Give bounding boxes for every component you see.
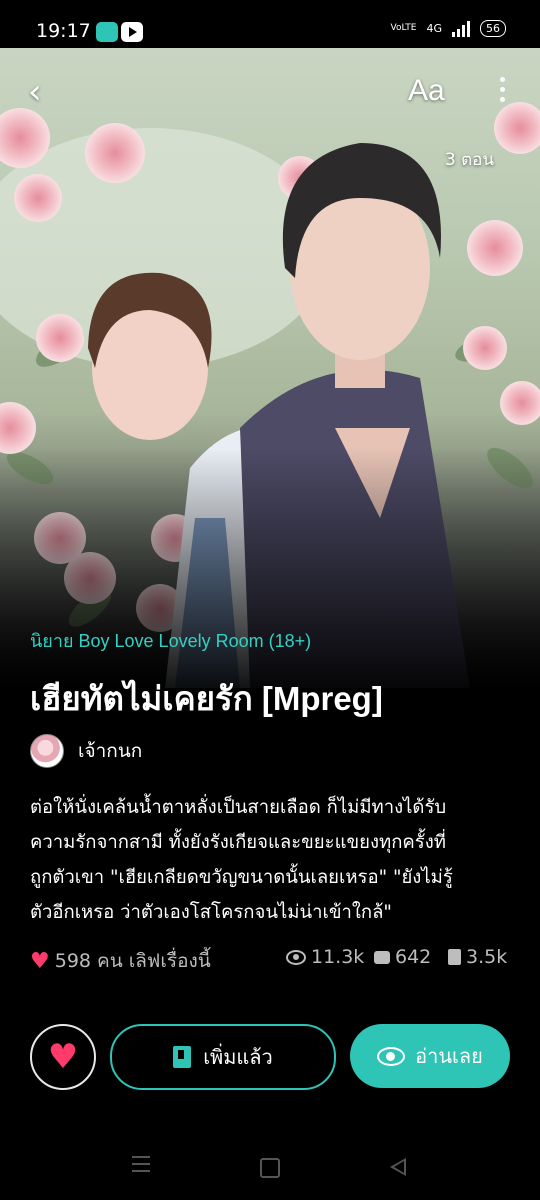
system-nav-bar bbox=[0, 1136, 540, 1200]
likes-stat: ♥ 598 คน เลิฟเรื่องนี้ bbox=[30, 946, 211, 976]
chapters-count: 3.5k bbox=[466, 946, 508, 968]
read-label: อ่านเลย bbox=[415, 1044, 483, 1068]
stats-row: ♥ 598 คน เลิฟเรื่องนี้ 11.3k 642 3.5k bbox=[30, 946, 520, 976]
read-now-button[interactable]: อ่านเลย bbox=[350, 1024, 510, 1088]
recent-apps-icon[interactable] bbox=[132, 1156, 150, 1177]
added-label: เพิ่มแล้ว bbox=[203, 1045, 273, 1069]
episode-count: 3 ตอน bbox=[444, 150, 494, 170]
synopsis: ต่อให้นั่งเคล้นน้ำตาหลั่งเป็นสายเลือด ก็… bbox=[30, 790, 520, 930]
signal-icon bbox=[452, 20, 470, 37]
synopsis-line: ต่อให้นั่งเคล้นน้ำตาหลั่งเป็นสายเลือด ก็… bbox=[30, 797, 447, 818]
bookmark-icon bbox=[173, 1046, 192, 1068]
comment-icon bbox=[374, 950, 390, 964]
video-notification-icon bbox=[121, 22, 143, 42]
author-row[interactable]: เจ้ากนก bbox=[30, 734, 142, 768]
author-avatar[interactable] bbox=[30, 734, 64, 768]
cover-gradient bbox=[0, 448, 540, 708]
comments-count: 642 bbox=[395, 946, 432, 968]
nav-back-icon[interactable] bbox=[390, 1158, 406, 1176]
book-icon bbox=[448, 949, 461, 965]
eye-icon bbox=[377, 1046, 406, 1066]
author-name[interactable]: เจ้ากนก bbox=[78, 736, 142, 766]
comments-stat: 642 bbox=[374, 946, 431, 968]
likes-count: 598 คน เลิฟเรื่องนี้ bbox=[54, 950, 211, 972]
views-count: 11.3k bbox=[311, 946, 365, 968]
synopsis-line: ถูกตัวเขา "เฮียเกลียดขวัญขนาดนั้นเลยเหรอ… bbox=[30, 867, 453, 888]
battery-icon: 56 bbox=[480, 20, 506, 37]
more-options-icon[interactable] bbox=[494, 74, 510, 106]
like-button[interactable]: ♥ bbox=[30, 1024, 96, 1090]
synopsis-line: ตัวอีกเหรอ ว่าตัวเองโสโครกจนไม่น่าเข้าใก… bbox=[30, 902, 392, 923]
volte-icon: VoLTE bbox=[390, 23, 417, 33]
eye-icon bbox=[286, 949, 306, 965]
added-to-library-button[interactable]: เพิ่มแล้ว bbox=[110, 1024, 336, 1090]
app-notification-icon bbox=[96, 22, 118, 42]
heart-icon: ♥ bbox=[30, 948, 50, 974]
network-type: 4G bbox=[426, 22, 442, 35]
home-icon[interactable] bbox=[260, 1158, 280, 1178]
status-indicators: VoLTE 4G 56 bbox=[391, 20, 506, 37]
chapters-stat: 3.5k bbox=[448, 946, 507, 968]
heart-icon: ♥ bbox=[47, 1037, 79, 1077]
novel-category[interactable]: นิยาย Boy Love Lovely Room (18+) bbox=[30, 626, 311, 655]
views-stat: 11.3k bbox=[286, 946, 364, 968]
synopsis-line: ความรักจากสามี ทั้งยังรังเกียจและขยะแขยง… bbox=[30, 832, 446, 853]
back-icon[interactable]: ‹ bbox=[28, 72, 42, 112]
status-time: 19:17 bbox=[36, 20, 91, 42]
novel-title: เฮียทัตไม่เคยรัก [Mpreg] bbox=[30, 680, 383, 717]
font-size-button[interactable]: Aa bbox=[408, 74, 445, 108]
